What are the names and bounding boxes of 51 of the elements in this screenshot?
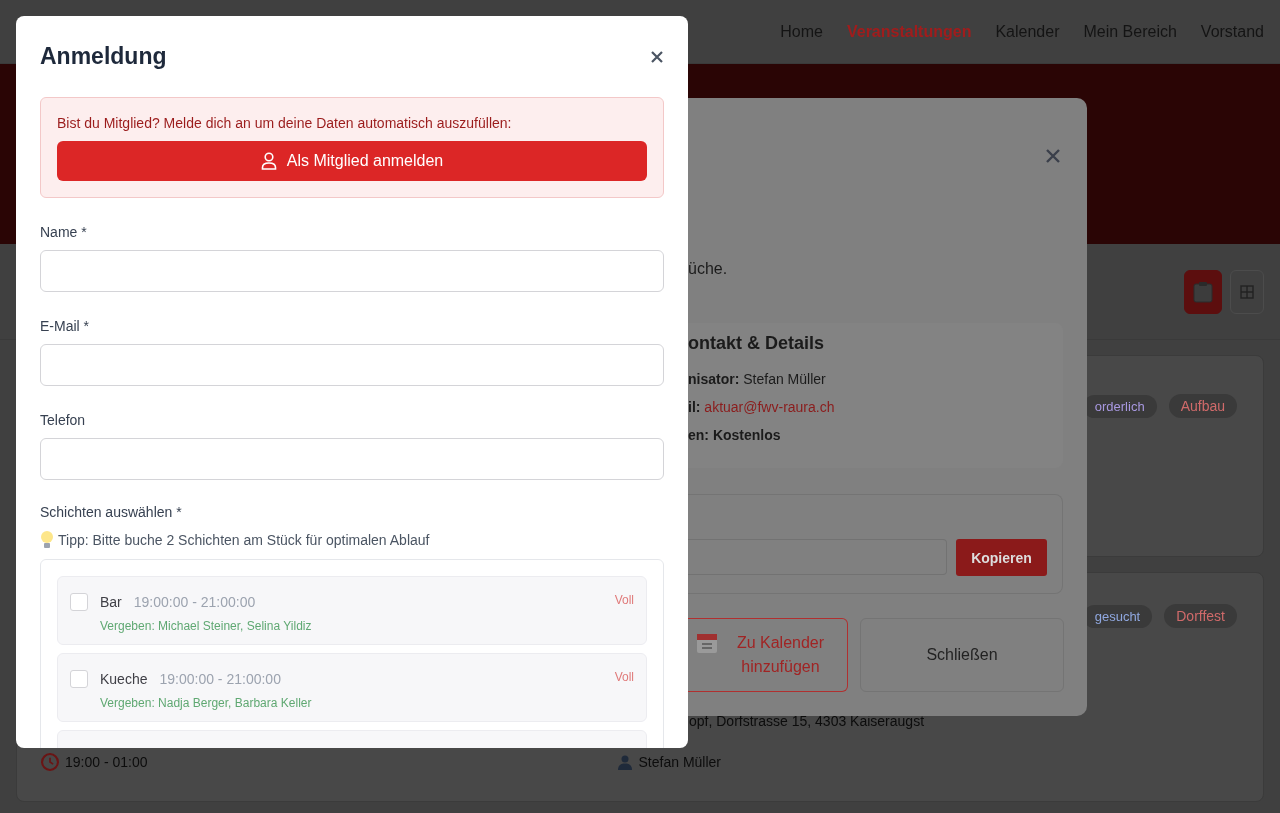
add-to-calendar-button[interactable]: Zu Kalender hinzufügen: [688, 618, 848, 692]
event-address: opf, Dorfstrasse 15, 4303 Kaiseraugst: [689, 713, 925, 729]
status-label: Voll: [614, 593, 634, 607]
event-organizer: Stefan Müller: [638, 754, 721, 770]
assigned-people: Vergeben: Michael Steiner, Selina Yildiz: [100, 619, 313, 633]
lightbulb-icon: [40, 530, 54, 550]
field-label: E-Mail *: [40, 318, 90, 334]
event-time: 19:00 - 01:00: [65, 754, 148, 770]
detail-label: nisator:: [688, 371, 740, 387]
detail-label: en:: [688, 427, 709, 443]
view-toggle-button[interactable]: [1230, 269, 1264, 314]
user-icon: [260, 152, 277, 170]
field-label: Name *: [40, 224, 88, 240]
event-description: üche.: [688, 260, 728, 278]
shift-time: 19:00:00 - 21:00:00: [159, 671, 281, 687]
copy-button[interactable]: Kopieren: [956, 539, 1047, 576]
shift-role: Bar: [100, 594, 122, 610]
member-prompt: Bist du Mitglied? Melde dich an um deine Daten automatisch auszufüllen:: [57, 115, 513, 131]
field-label: Schichten auswählen *: [40, 504, 183, 520]
shift-time: 19:00:00 - 21:00:00: [133, 594, 256, 610]
checkbox[interactable]: [70, 593, 88, 611]
clock-icon: [41, 753, 59, 771]
checkbox[interactable]: [70, 670, 88, 688]
nav-link[interactable]: Veranstaltungen: [846, 22, 972, 41]
shift-option[interactable]: Kueche 19:00:00 - 21:00:00 Vergeben: Nadja Berger, Barbara Keller Voll: [57, 653, 647, 722]
tag: Aufbau: [1168, 394, 1237, 418]
status-label: Voll: [614, 670, 634, 684]
close-icon[interactable]: [650, 49, 664, 64]
clipboard-icon: [1193, 280, 1213, 303]
field-label: Telefon: [40, 412, 87, 428]
shift-option[interactable]: Bar 19:00:00 - 21:00:00 Vergeben: Michael Steiner, Selina Yildiz Voll: [57, 576, 647, 645]
detail-value: Stefan Müller: [743, 371, 826, 387]
view-toggle-button[interactable]: [1184, 269, 1222, 314]
detail-label: il:: [688, 399, 701, 415]
input-field[interactable]: [40, 344, 664, 386]
tip-text: Tipp: Bitte buche 2 Schichten am Stück für optimalen Ablauf: [58, 532, 430, 548]
section-heading: ontakt & Details: [688, 333, 825, 354]
member-login-button[interactable]: Als Mitglied anmelden: [57, 141, 647, 181]
dialog-title: Anmeldung: [40, 43, 167, 70]
calendar-icon: [695, 632, 718, 654]
input-field[interactable]: [40, 250, 664, 292]
grid-icon: [1240, 284, 1254, 299]
tag: Dorffest: [1164, 604, 1237, 628]
email-link[interactable]: aktuar@fwv-raura.ch: [704, 399, 835, 415]
assigned-people: Vergeben: Nadja Berger, Barbara Keller: [100, 696, 313, 710]
close-button[interactable]: Schließen: [860, 618, 1064, 692]
detail-value: Kostenlos: [712, 427, 781, 443]
shift-role: Kueche: [100, 671, 148, 687]
link-field[interactable]: [688, 539, 947, 575]
input-field[interactable]: [40, 438, 664, 480]
person-icon: [616, 754, 633, 770]
